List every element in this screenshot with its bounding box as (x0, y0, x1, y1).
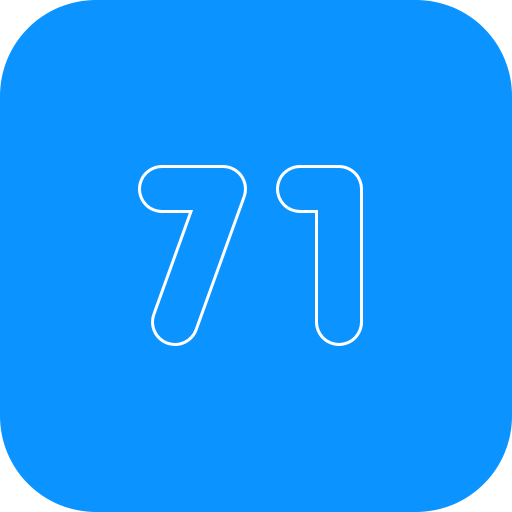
number-71-icon (138, 165, 363, 346)
digit-one-fill (279, 168, 360, 343)
digit-seven-fill (141, 168, 244, 343)
number-tile: 71 (0, 0, 512, 512)
